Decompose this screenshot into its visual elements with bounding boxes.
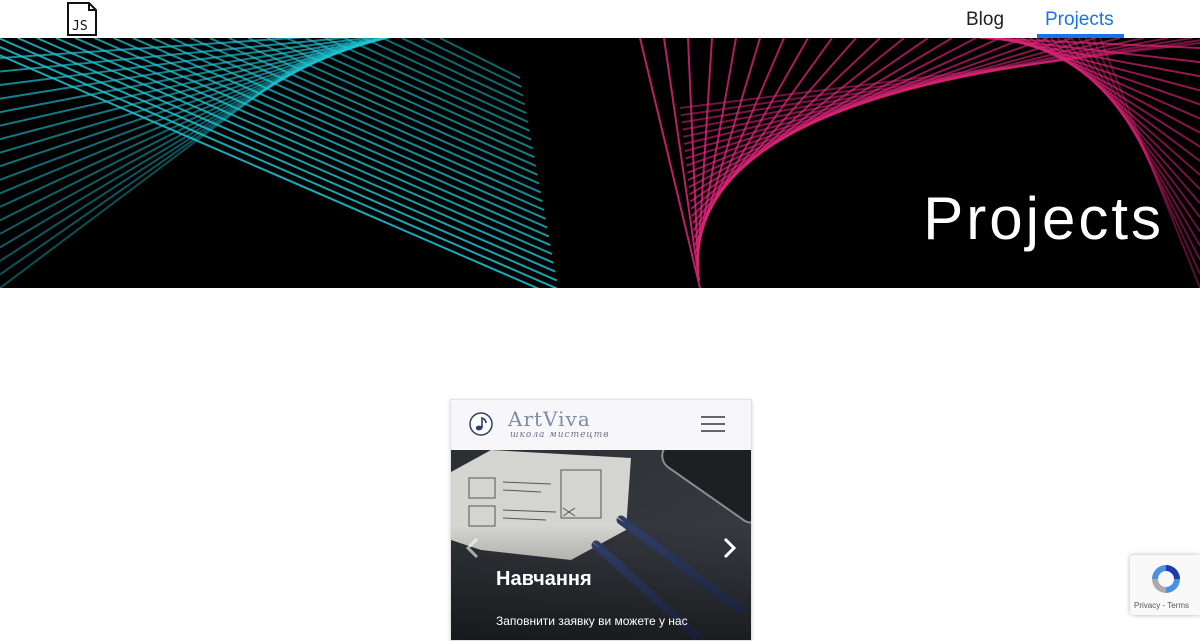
recaptcha-terms-link[interactable]: Terms [1167,601,1189,610]
nav-active-indicator [1037,34,1124,38]
desk-sketch-image [451,450,751,640]
site-logo[interactable]: JS [66,2,98,36]
hero-banner: Projects [0,38,1200,288]
brand-subtitle: школа мистецтв [510,430,610,440]
recaptcha-badge[interactable]: Privacy - Terms [1130,555,1200,615]
slide-title: Навчання [496,568,592,590]
nav-link-projects[interactable]: Projects [1045,9,1114,31]
brand-name: ArtViva [508,407,591,431]
hamburger-menu-icon[interactable] [701,416,725,434]
slide-text: Заповнити заявку ви можете у нас [496,614,688,628]
chevron-left-icon[interactable] [463,536,483,560]
chevron-right-icon[interactable] [719,536,739,560]
music-note-icon [469,412,493,436]
nav-link-blog[interactable]: Blog [966,9,1004,31]
project-card-artviva[interactable]: ArtViva школа мистецтв Навчання Заповнит… [450,399,752,641]
project-preview-slide: Навчання Заповнити заявку ви можете у на… [451,450,751,640]
recaptcha-icon [1152,565,1180,593]
recaptcha-links: Privacy - Terms [1134,601,1189,610]
project-preview-header: ArtViva школа мистецтв [451,400,751,450]
js-file-icon: JS [67,2,97,36]
logo-label: JS [72,19,88,34]
recaptcha-privacy-link[interactable]: Privacy [1134,601,1160,610]
top-navbar: JS Blog Projects [0,0,1200,38]
hero-title: Projects [923,185,1164,252]
